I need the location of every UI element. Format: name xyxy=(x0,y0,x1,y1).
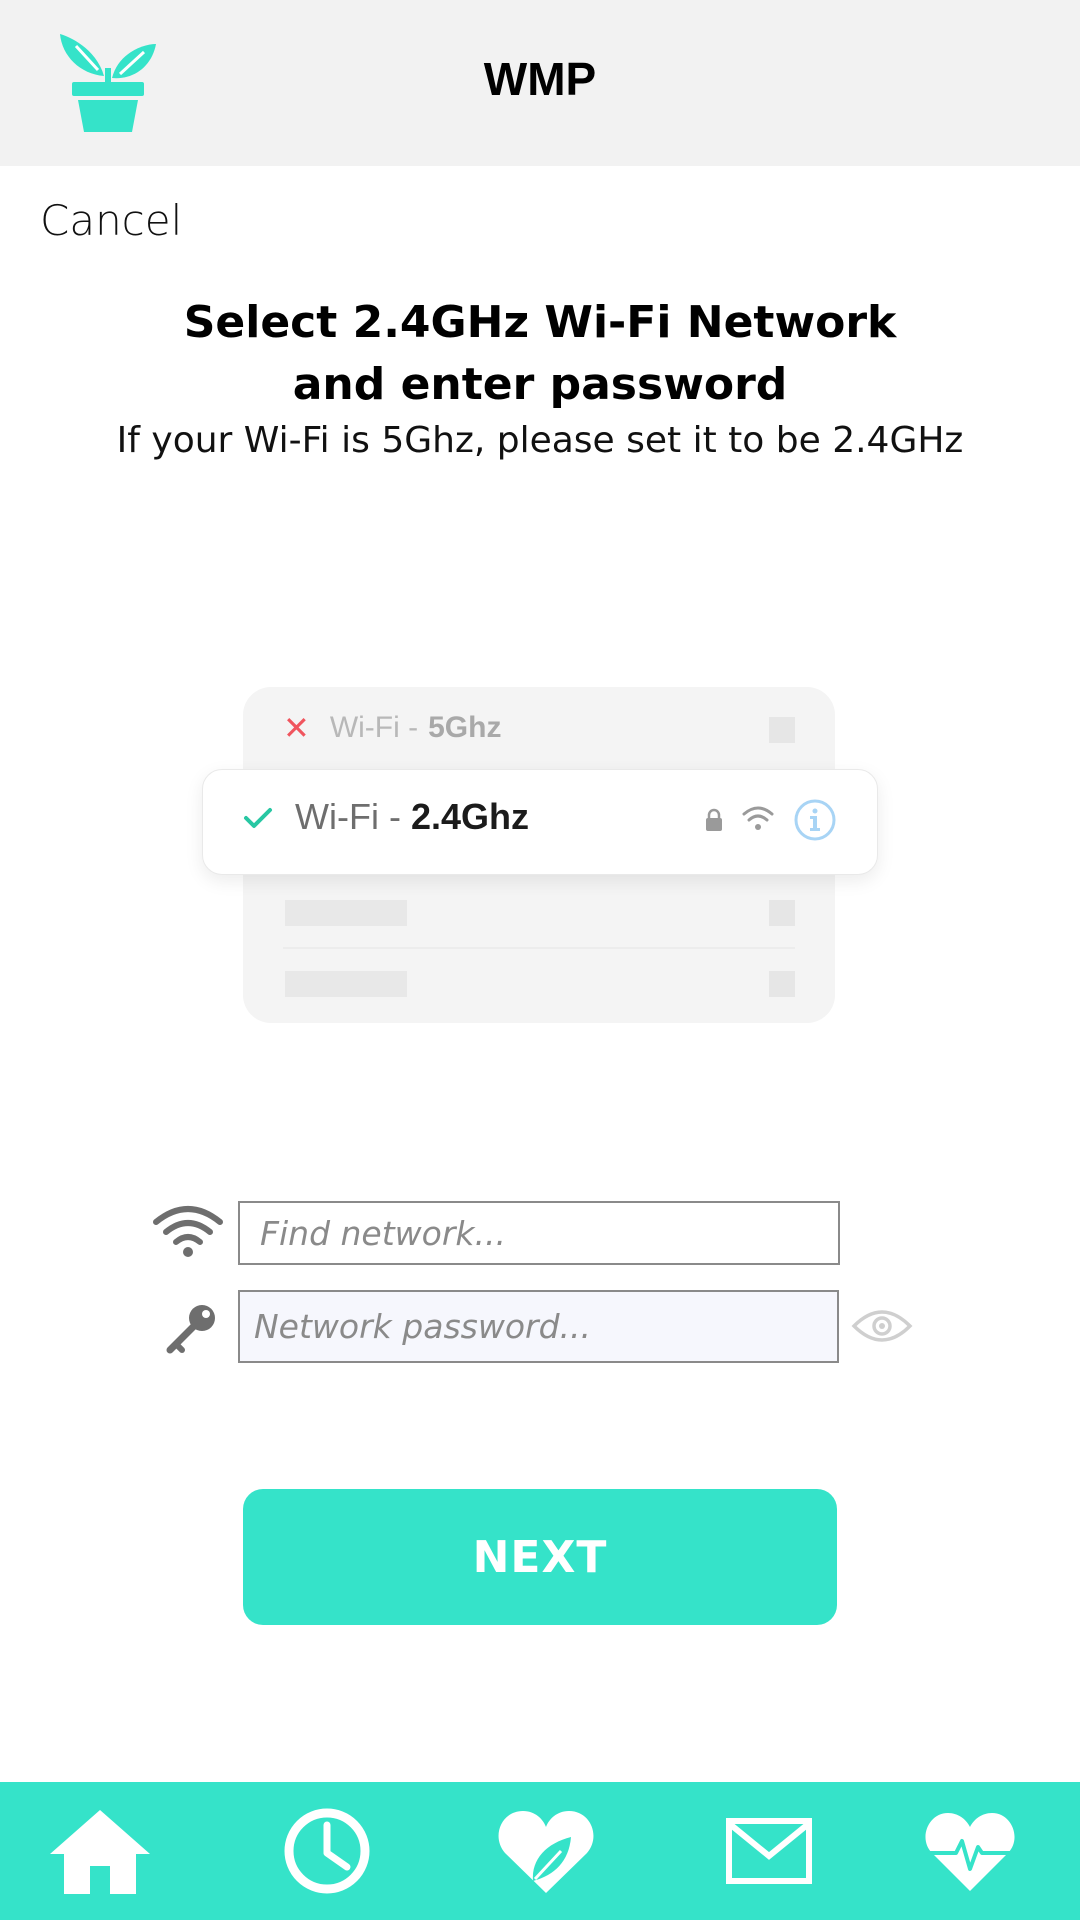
clock-icon xyxy=(284,1808,370,1894)
placeholder-bar xyxy=(285,900,407,926)
wifi-row-band: 5Ghz xyxy=(428,711,502,744)
x-icon: ✕ xyxy=(283,710,310,746)
wifi-list-card xyxy=(243,687,835,1023)
nav-home[interactable] xyxy=(40,1782,160,1920)
nav-history[interactable] xyxy=(270,1782,384,1920)
page-subtitle: If your Wi-Fi is 5Ghz, please set it to … xyxy=(116,420,964,461)
network-password-input[interactable] xyxy=(238,1290,839,1363)
mail-icon xyxy=(726,1818,812,1884)
lock-icon xyxy=(706,808,722,831)
cancel-button[interactable]: Cancel xyxy=(40,196,182,245)
wifi-row-prefix: Wi-Fi - xyxy=(329,711,419,744)
check-icon xyxy=(244,808,272,828)
placeholder-square xyxy=(769,971,795,997)
bottom-nav xyxy=(0,1782,1080,1920)
wifi-list-illustration: ✕ Wi-Fi - 5Ghz Wi-Fi -2.4Ghz xyxy=(0,0,1080,1920)
page-title: Select 2.4GHz Wi-Fi Network and enter pa… xyxy=(183,297,897,410)
info-icon xyxy=(794,799,836,841)
eye-icon[interactable] xyxy=(851,1306,913,1346)
placeholder-bar xyxy=(285,971,407,997)
app-header: WMP xyxy=(0,0,1080,166)
find-network-input[interactable] xyxy=(238,1201,840,1265)
nav-vitals[interactable] xyxy=(920,1782,1020,1920)
divider xyxy=(283,947,795,949)
wifi-icon xyxy=(153,1206,223,1257)
app-title: WMP xyxy=(483,53,597,105)
home-icon xyxy=(50,1810,150,1894)
nav-messages[interactable] xyxy=(720,1782,818,1920)
heart-leaf-icon xyxy=(498,1811,594,1893)
next-button[interactable]: NEXT xyxy=(243,1489,837,1625)
placeholder-square xyxy=(769,717,795,743)
wifi-row-label: Wi-Fi -2.4Ghz xyxy=(295,796,529,838)
wifi-row-band: 2.4Ghz xyxy=(410,796,529,837)
wifi-row-5ghz: ✕ Wi-Fi - 5Ghz xyxy=(283,706,501,750)
wifi-row-prefix: Wi-Fi - xyxy=(295,796,401,837)
wifi-signal-icon xyxy=(742,806,774,830)
placeholder-square xyxy=(769,900,795,926)
wifi-row-24ghz: Wi-Fi -2.4Ghz xyxy=(202,769,878,875)
nav-plant-health[interactable] xyxy=(490,1782,602,1920)
heart-pulse-icon xyxy=(925,1813,1015,1891)
key-icon xyxy=(166,1305,215,1354)
